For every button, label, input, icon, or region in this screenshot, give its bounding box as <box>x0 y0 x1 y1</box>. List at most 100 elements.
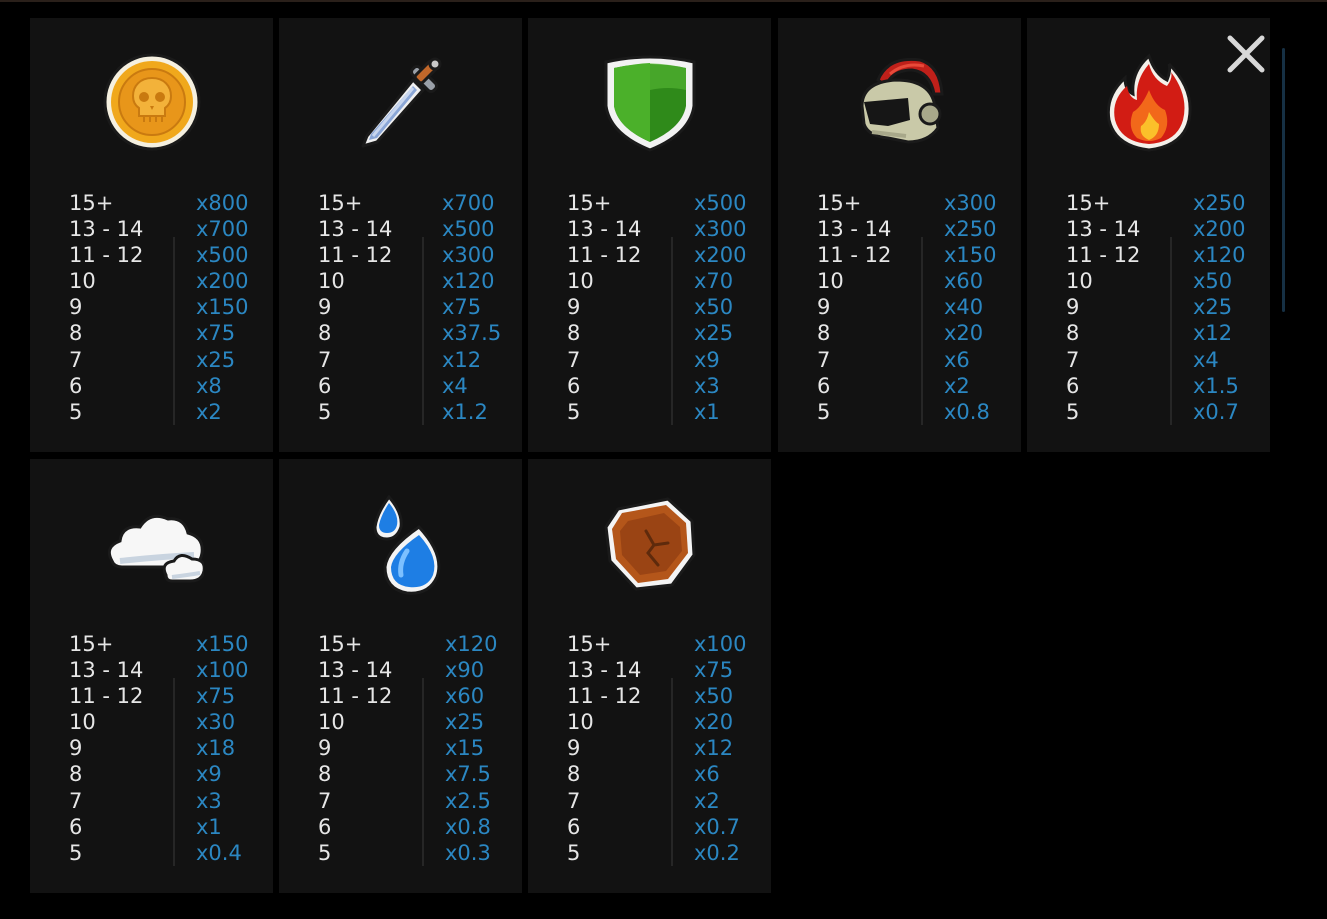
payout-multiplier: x25 <box>196 347 236 372</box>
symbol-count: 9 <box>1066 295 1080 320</box>
symbol-count: 11 - 12 <box>817 243 892 268</box>
symbol-count: 7 <box>69 347 83 372</box>
payout-row: 5 x0.3 <box>279 840 522 866</box>
payout-rows: 15+ x100 13 - 14 x75 11 - 12 x50 10 x20 9 x12… <box>528 631 771 866</box>
symbol-count: 11 - 12 <box>318 684 393 709</box>
payout-row: 13 - 14 x250 <box>778 216 1021 242</box>
payout-multiplier: x4 <box>442 373 468 398</box>
symbol-count: 15+ <box>69 632 114 656</box>
payout-multiplier: x1 <box>694 399 720 424</box>
payout-row: 10 x60 <box>778 268 1021 294</box>
payout-multiplier: x6 <box>944 347 970 372</box>
symbol-count: 6 <box>318 373 332 398</box>
payout-multiplier: x60 <box>445 684 485 709</box>
symbol-card: 15+ x120 13 - 14 x90 11 - 12 x60 10 x25 9 x15… <box>279 459 522 893</box>
payout-row: 10 x30 <box>30 709 273 735</box>
payout-multiplier: x9 <box>694 347 720 372</box>
payout-rows: 15+ x800 13 - 14 x700 11 - 12 x500 10 x200 9… <box>30 190 273 425</box>
payout-multiplier: x18 <box>196 736 236 761</box>
payout-multiplier: x12 <box>694 736 734 761</box>
payout-row: 13 - 14 x100 <box>30 657 273 683</box>
payout-multiplier: x0.7 <box>694 814 740 839</box>
symbol-card: 15+ x250 13 - 14 x200 11 - 12 x120 10 x50 9 x… <box>1027 18 1270 452</box>
payout-row: 8 x37.5 <box>279 320 522 346</box>
payout-multiplier: x1.2 <box>442 399 488 424</box>
payout-row: 11 - 12 x50 <box>528 683 771 709</box>
payout-multiplier: x50 <box>694 684 734 709</box>
symbol-count: 15+ <box>318 191 363 215</box>
payout-multiplier: x3 <box>196 788 222 813</box>
sword-icon <box>349 50 453 154</box>
payout-multiplier: x37.5 <box>442 321 502 346</box>
close-icon[interactable] <box>1222 30 1270 78</box>
symbol-count: 11 - 12 <box>1066 243 1141 268</box>
symbol-count: 6 <box>69 373 83 398</box>
payout-row: 9 x18 <box>30 735 273 761</box>
symbol-count: 15+ <box>567 632 612 656</box>
symbol-card: 15+ x100 13 - 14 x75 11 - 12 x50 10 x20 9 x12… <box>528 459 771 893</box>
symbol-count: 15+ <box>567 191 612 215</box>
symbol-count: 8 <box>69 321 83 346</box>
payout-row: 15+ x500 <box>528 190 771 216</box>
symbol-count: 13 - 14 <box>69 658 144 683</box>
payout-multiplier: x100 <box>196 658 249 683</box>
payout-row: 11 - 12 x150 <box>778 242 1021 268</box>
symbol-card: 15+ x300 13 - 14 x250 11 - 12 x150 10 x60 9 x… <box>778 18 1021 452</box>
scrollbar[interactable] <box>1282 48 1285 312</box>
payout-multiplier: x200 <box>694 243 747 268</box>
payout-row: 9 x12 <box>528 735 771 761</box>
payout-row: 7 x9 <box>528 347 771 373</box>
payout-row: 6 x0.8 <box>279 814 522 840</box>
symbol-count: 8 <box>69 762 83 787</box>
payout-row: 8 x75 <box>30 320 273 346</box>
payout-multiplier: x200 <box>196 269 249 294</box>
payout-multiplier: x75 <box>196 321 236 346</box>
symbol-count: 7 <box>318 788 332 813</box>
symbol-count: 8 <box>318 321 332 346</box>
payout-multiplier: x25 <box>694 321 734 346</box>
symbol-count: 13 - 14 <box>567 217 642 242</box>
symbol-count: 6 <box>567 814 581 839</box>
payout-multiplier: x25 <box>445 710 485 735</box>
payout-row: 13 - 14 x500 <box>279 216 522 242</box>
payout-multiplier: x150 <box>196 632 249 656</box>
payout-row: 9 x40 <box>778 294 1021 320</box>
payout-multiplier: x1 <box>196 814 222 839</box>
payout-rows: 15+ x120 13 - 14 x90 11 - 12 x60 10 x25 9 x15… <box>279 631 522 866</box>
symbol-card: 15+ x150 13 - 14 x100 11 - 12 x75 10 x30 9 x1… <box>30 459 273 893</box>
payout-multiplier: x700 <box>196 217 249 242</box>
payout-multiplier: x75 <box>196 684 236 709</box>
payout-multiplier: x40 <box>944 295 984 320</box>
payout-row: 5 x2 <box>30 399 273 425</box>
payout-row: 10 x25 <box>279 709 522 735</box>
symbol-count: 13 - 14 <box>318 658 393 683</box>
payout-row: 11 - 12 x60 <box>279 683 522 709</box>
symbol-count: 6 <box>567 373 581 398</box>
payout-multiplier: x6 <box>694 762 720 787</box>
payout-row: 15+ x250 <box>1027 190 1270 216</box>
symbol-card: 15+ x800 13 - 14 x700 11 - 12 x500 10 x200 9… <box>30 18 273 452</box>
payout-multiplier: x120 <box>1193 243 1246 268</box>
payout-row: 5 x0.8 <box>778 399 1021 425</box>
symbol-count: 15+ <box>69 191 114 215</box>
payout-multiplier: x2 <box>944 373 970 398</box>
payout-row: 11 - 12 x300 <box>279 242 522 268</box>
payout-multiplier: x300 <box>694 217 747 242</box>
payout-multiplier: x20 <box>694 710 734 735</box>
payout-multiplier: x200 <box>1193 217 1246 242</box>
roman-helmet-icon <box>848 50 952 154</box>
payout-multiplier: x120 <box>442 269 495 294</box>
payout-row: 8 x25 <box>528 320 771 346</box>
symbol-count: 11 - 12 <box>567 684 642 709</box>
water-drop-icon <box>349 491 453 595</box>
payout-row: 8 x12 <box>1027 320 1270 346</box>
payout-multiplier: x12 <box>1193 321 1233 346</box>
symbol-count: 9 <box>567 736 581 761</box>
payout-multiplier: x7.5 <box>445 762 491 787</box>
payout-row: 7 x25 <box>30 347 273 373</box>
payout-multiplier: x75 <box>694 658 734 683</box>
payout-multiplier: x700 <box>442 191 495 215</box>
payout-multiplier: x90 <box>445 658 485 683</box>
payout-multiplier: x50 <box>1193 269 1233 294</box>
symbol-count: 5 <box>69 399 83 424</box>
